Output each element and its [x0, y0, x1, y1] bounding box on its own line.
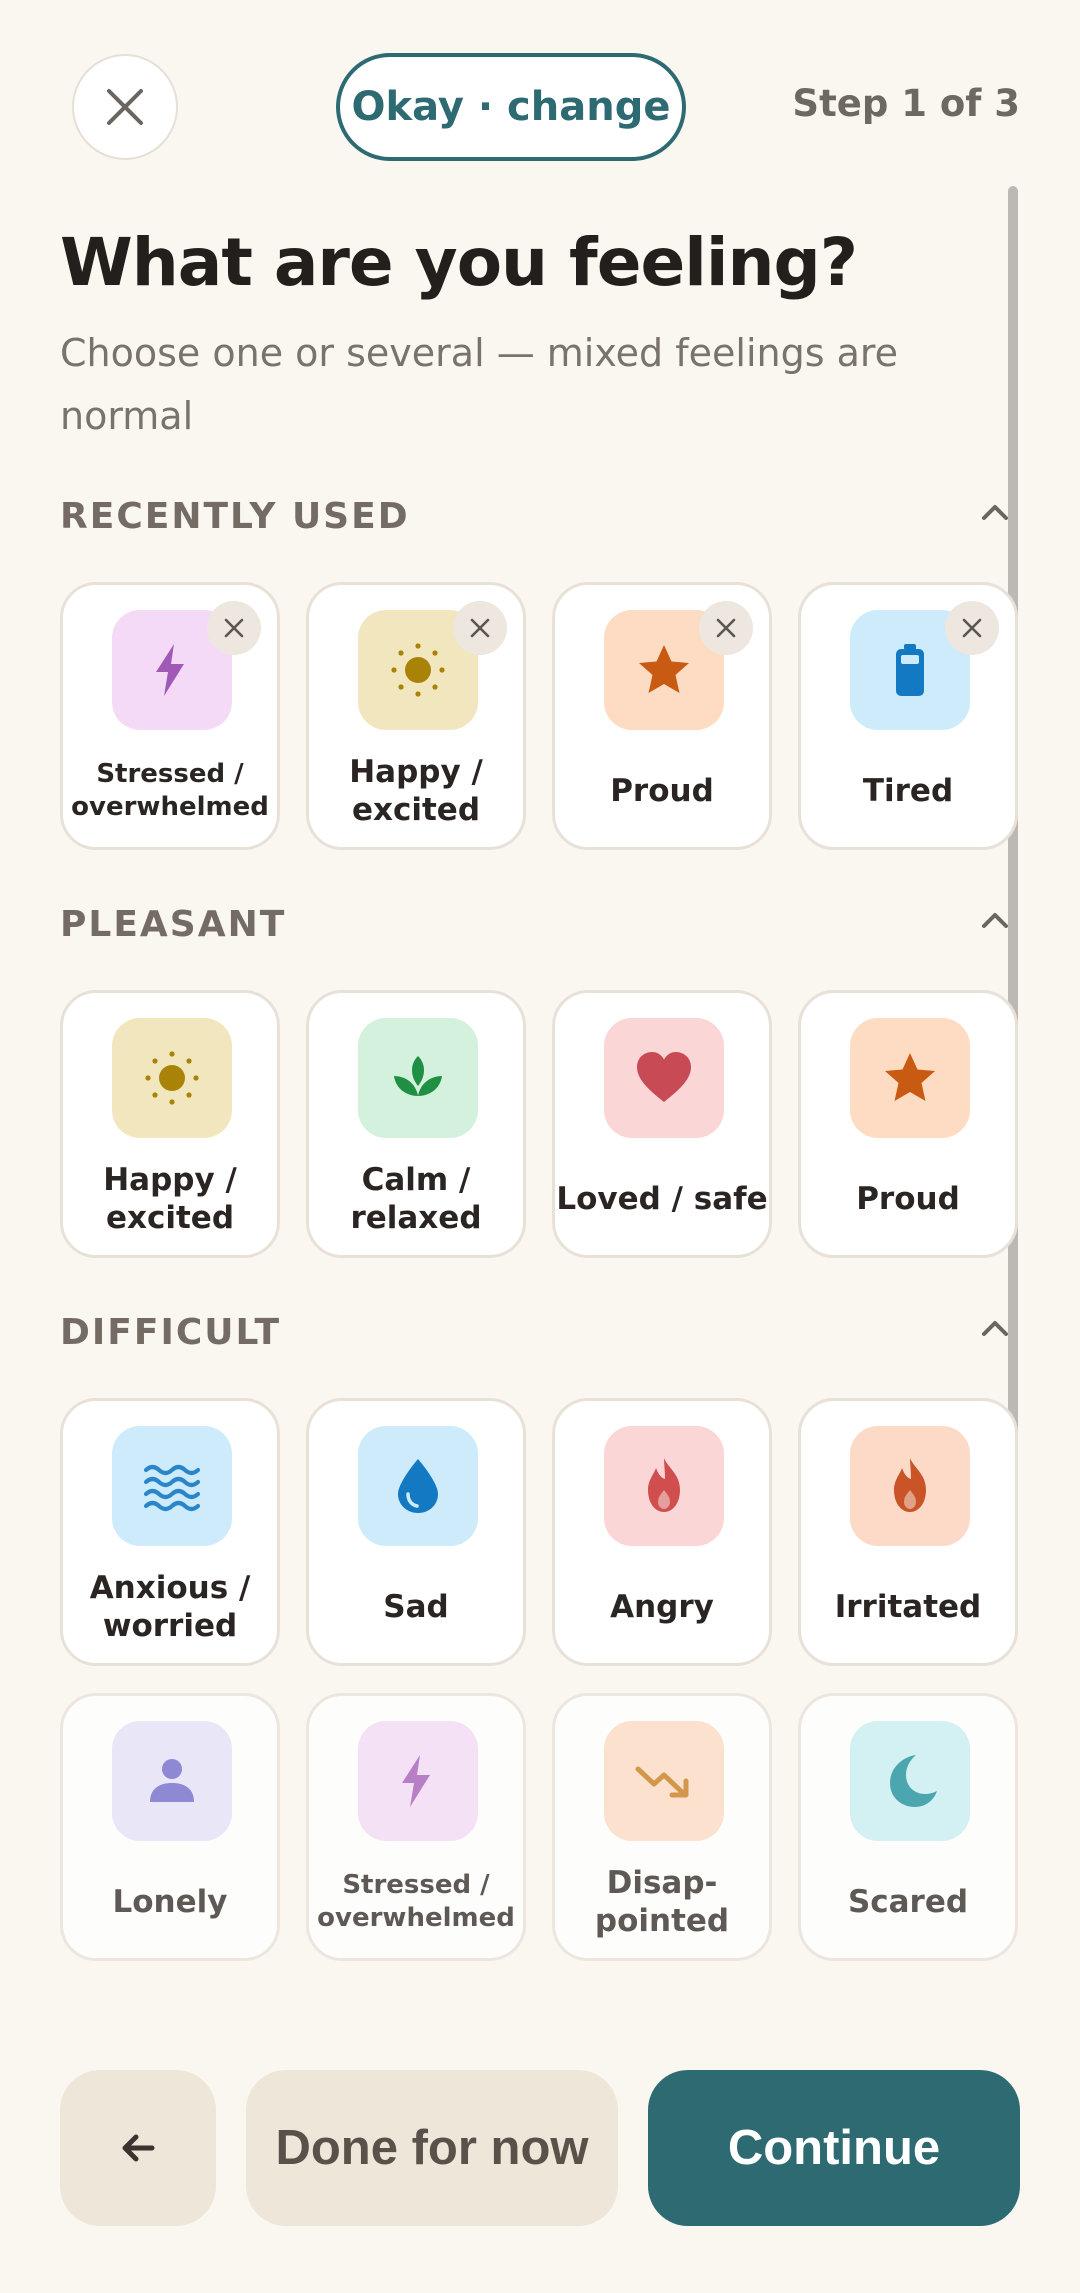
emotion-row: Lonely Stressed / overwhelmed Disap-pointe…: [60, 1693, 1040, 1963]
heart-icon: [637, 1052, 691, 1102]
emotion-card-tired[interactable]: Tired: [798, 582, 1018, 850]
continue-button[interactable]: Continue: [648, 2070, 1020, 2226]
emotion-card-lonely[interactable]: Lonely: [60, 1693, 280, 1961]
section-label-recent: RECENTLY USED: [60, 496, 410, 537]
emotion-icon-tile: [112, 1426, 232, 1546]
flame-icon: [894, 1458, 926, 1512]
droplet-icon: [398, 1459, 438, 1513]
emotion-card-sad[interactable]: Sad: [306, 1398, 526, 1666]
emotion-label: Calm / relaxed: [350, 1162, 482, 1236]
emotion-card-proud[interactable]: Proud: [798, 990, 1018, 1258]
emotion-card-stressed-overwhelmed[interactable]: Stressed / overwhelmed: [60, 582, 280, 850]
emotion-icon-tile: [604, 1721, 724, 1841]
section-header-recent[interactable]: RECENTLY USED: [60, 484, 1010, 544]
star-icon: [885, 1053, 935, 1101]
close-icon: [224, 618, 244, 638]
emotion-label: Angry: [610, 1589, 714, 1625]
emotion-icon-tile: [850, 1721, 970, 1841]
sun-icon: [391, 643, 445, 697]
remove-recent-button[interactable]: [699, 601, 753, 655]
emotion-label: Sad: [383, 1589, 449, 1625]
emotion-card-calm-relaxed[interactable]: Calm / relaxed: [306, 990, 526, 1258]
battery-icon: [896, 644, 924, 696]
emotion-icon-tile: [358, 1721, 478, 1841]
emotion-icon-tile: [604, 1018, 724, 1138]
close-button[interactable]: [72, 54, 178, 160]
bottom-action-bar: Done for now Continue: [0, 2040, 1080, 2293]
emotion-label: Proud: [856, 1181, 960, 1217]
emotion-card-happy-excited[interactable]: Happy / excited: [60, 990, 280, 1258]
section-label-difficult: DIFFICULT: [60, 1312, 282, 1353]
emotion-icon-tile: [358, 1426, 478, 1546]
emotion-label: Loved / safe: [556, 1181, 768, 1217]
emotion-card-happy-excited[interactable]: Happy / excited: [306, 582, 526, 850]
chevron-up-icon: [982, 913, 1008, 928]
waves-icon: [143, 1464, 201, 1512]
emotion-card-loved-safe[interactable]: Loved / safe: [552, 990, 772, 1258]
top-bar: Okay · change Step 1 of 3: [0, 0, 1080, 200]
feeling-status-pill[interactable]: Okay · change: [336, 53, 686, 161]
done-for-now-button[interactable]: Done for now: [246, 2070, 618, 2226]
trend-down-icon: [635, 1766, 689, 1798]
emotion-card-proud[interactable]: Proud: [552, 582, 772, 850]
emotion-label: Happy / excited: [349, 754, 483, 828]
chevron-up-icon: [982, 505, 1008, 520]
emotion-card-disap-pointed[interactable]: Disap-pointed: [552, 1693, 772, 1961]
chevron-up-icon: [982, 1321, 1008, 1336]
close-icon: [962, 618, 982, 638]
lightning-icon: [156, 644, 184, 696]
emotion-icon-tile: [358, 1018, 478, 1138]
emotion-label: Stressed / overwhelmed: [71, 759, 269, 822]
emotion-label: Lonely: [112, 1884, 228, 1920]
remove-recent-button[interactable]: [945, 601, 999, 655]
page-subtitle: Choose one or several — mixed feelings a…: [60, 331, 899, 438]
arrow-left-icon: [122, 2134, 155, 2162]
emotion-card-angry[interactable]: Angry: [552, 1398, 772, 1666]
scrollbar[interactable]: [1008, 186, 1018, 1586]
emotion-card-irritated[interactable]: Irritated: [798, 1398, 1018, 1666]
emotion-icon-tile: [850, 1018, 970, 1138]
remove-recent-button[interactable]: [207, 601, 261, 655]
emotion-icon-tile: [850, 1426, 970, 1546]
section-label-pleasant: PLEASANT: [60, 904, 287, 945]
emotion-label: Irritated: [834, 1589, 982, 1625]
emotion-label: Scared: [847, 1884, 969, 1920]
page-title: What are you feeling?: [60, 224, 858, 301]
emotion-label: Happy / excited: [103, 1162, 237, 1236]
emotion-icon-tile: [112, 1721, 232, 1841]
step-indicator: Step 1 of 3: [792, 82, 1020, 125]
star-icon: [639, 645, 689, 693]
emotion-label: Disap-pointed: [594, 1865, 730, 1939]
moon-icon: [890, 1755, 937, 1807]
section-header-pleasant[interactable]: PLEASANT: [60, 892, 1010, 952]
emotion-label: Stressed / overwhelmed: [317, 1870, 515, 1933]
emotion-row: Stressed / overwhelmed Happy / excited Pro…: [60, 582, 1040, 852]
close-icon: [716, 618, 736, 638]
emotion-label: Proud: [610, 773, 714, 809]
emotion-row: Anxious / worried Sad Angry Irritated: [60, 1398, 1040, 1668]
person-icon: [150, 1759, 194, 1802]
emotion-card-stressed-overwhelmed[interactable]: Stressed / overwhelmed: [306, 1693, 526, 1961]
emotion-card-scared[interactable]: Scared: [798, 1693, 1018, 1961]
emotion-icon-tile: [112, 1018, 232, 1138]
emotion-icon-tile: [604, 1426, 724, 1546]
remove-recent-button[interactable]: [453, 601, 507, 655]
flame-icon: [648, 1458, 680, 1512]
emotion-card-anxious-worried[interactable]: Anxious / worried: [60, 1398, 280, 1666]
emotion-label: Anxious / worried: [89, 1570, 251, 1644]
close-icon: [470, 618, 490, 638]
sun-icon: [145, 1051, 199, 1105]
back-button[interactable]: [60, 2070, 216, 2226]
emotion-row: Happy / excited Calm / relaxed Loved / saf…: [60, 990, 1040, 1260]
emotion-label: Tired: [862, 773, 954, 809]
section-header-difficult[interactable]: DIFFICULT: [60, 1300, 1010, 1360]
leaf-icon: [394, 1056, 442, 1096]
close-icon: [107, 89, 143, 125]
lightning-icon: [402, 1755, 430, 1807]
